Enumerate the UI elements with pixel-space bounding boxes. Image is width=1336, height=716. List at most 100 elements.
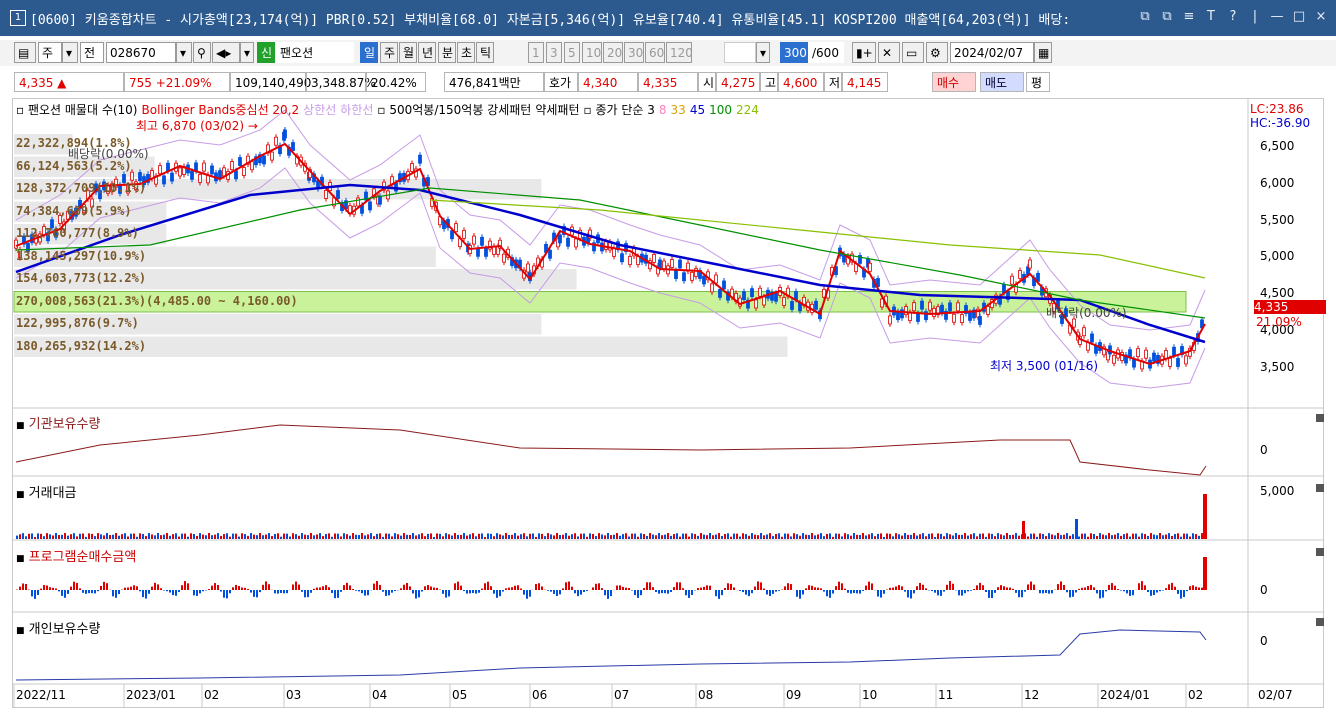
legend-item[interactable]: Bollinger Bands중심선 20,2: [142, 103, 300, 117]
candle-body: [194, 162, 198, 172]
trade-amount-bar: [499, 534, 501, 539]
program-bar: [688, 590, 690, 598]
panel-tick-trade-amount: 5,000: [1260, 484, 1295, 498]
trade-amount-bar: [859, 534, 861, 539]
candle-body: [526, 263, 530, 273]
date-tick: 02: [1188, 688, 1204, 702]
trade-amount-bar: [1183, 533, 1185, 539]
program-bar: [1024, 590, 1026, 592]
legend-item[interactable]: 45: [690, 103, 705, 117]
program-bar: [1039, 590, 1041, 594]
date-tick: 07: [614, 688, 630, 702]
program-bar: [1114, 585, 1116, 590]
trade-amount-bar: [844, 533, 846, 539]
trade-amount-bar: [343, 533, 345, 539]
trade-amount-bar: [652, 534, 654, 539]
trade-amount-bar: [310, 533, 312, 539]
trade-amount-bar: [457, 534, 459, 539]
program-bar: [1198, 587, 1200, 590]
trade-amount-bar: [694, 534, 696, 539]
program-bar: [1162, 590, 1164, 591]
candle-body: [888, 315, 892, 325]
trade-amount-bar: [985, 536, 987, 539]
trade-amount-bar: [1147, 535, 1149, 539]
trade-amount-bar: [802, 533, 804, 539]
candle-body: [250, 161, 254, 171]
trade-amount-bar: [346, 534, 348, 539]
price-tick: 5,500: [1260, 212, 1295, 227]
trade-amount-bar: [91, 533, 93, 539]
trade-amount-bar: [304, 534, 306, 539]
candle-body: [1018, 270, 1022, 279]
trade-amount-bar: [313, 535, 315, 539]
trade-amount-bar: [958, 534, 960, 539]
program-bar: [601, 588, 603, 590]
legend-item[interactable]: 상한선: [303, 103, 336, 117]
program-bar: [949, 581, 951, 590]
volume-profile-label: 180,265,932(14.2%): [16, 338, 147, 353]
program-bar: [58, 590, 60, 592]
program-bar: [1045, 590, 1047, 594]
program-bar: [568, 581, 570, 590]
candle-body: [138, 172, 142, 181]
trade-amount-bar: [1006, 533, 1008, 539]
program-bar: [538, 583, 540, 590]
program-bar: [448, 590, 450, 597]
legend-item[interactable]: 8: [659, 103, 667, 117]
program-bar: [376, 581, 378, 590]
legend-item[interactable]: ▫ 종가 단순 3: [584, 103, 655, 117]
close-icon[interactable]: [1316, 618, 1324, 626]
institution-line: [15, 424, 1207, 476]
legend-item[interactable]: 하한선: [340, 103, 373, 117]
trade-amount-bar: [1012, 534, 1014, 539]
individual-line: [15, 629, 1207, 681]
program-bar: [844, 588, 846, 590]
legend-item[interactable]: 224: [736, 103, 759, 117]
trade-amount-bar: [307, 535, 309, 539]
close-icon[interactable]: [1316, 414, 1324, 422]
trade-amount-bar: [61, 534, 63, 539]
trade-amount-bar: [133, 533, 135, 539]
panel-tick-individual: 0: [1260, 634, 1268, 648]
program-bar: [841, 583, 843, 590]
program-bar: [454, 583, 456, 590]
program-bar: [697, 587, 699, 590]
trade-amount-bar: [220, 535, 222, 539]
legend-item[interactable]: ▫ 500억봉/150억봉 강세패턴: [377, 103, 531, 117]
program-bar: [1138, 583, 1140, 590]
close-icon[interactable]: [1316, 548, 1324, 556]
trade-amount-bar: [1189, 536, 1191, 539]
legend-item[interactable]: 약세패턴: [535, 103, 579, 117]
trade-amount-bar: [1045, 536, 1047, 539]
trade-amount-bar: [895, 533, 897, 539]
legend-item[interactable]: 100: [709, 103, 732, 117]
program-bar: [1021, 590, 1023, 598]
program-bar: [76, 582, 78, 590]
program-bar: [82, 590, 84, 593]
trade-amount-bar: [337, 533, 339, 539]
candle-body: [920, 300, 924, 310]
program-bar: [64, 590, 66, 598]
trade-amount-bar: [667, 533, 669, 539]
program-bar: [163, 590, 165, 591]
legend-item[interactable]: 33: [671, 103, 686, 117]
program-bar: [91, 590, 93, 594]
trade-amount-bar: [49, 534, 51, 539]
trade-amount-bar: [751, 533, 753, 539]
program-bar: [238, 586, 240, 590]
candle-body: [238, 157, 242, 166]
price-tick: 6,000: [1260, 175, 1295, 190]
trade-amount-bar: [106, 533, 108, 539]
trade-amount-bar: [655, 535, 657, 539]
trade-amount-bar: [433, 536, 435, 539]
legend-item[interactable]: ▫ 팬오션 매물대 수(10): [16, 103, 138, 117]
candle-body: [790, 301, 794, 310]
program-bar: [265, 581, 267, 590]
program-bar: [1000, 585, 1002, 590]
program-bar: [703, 586, 705, 590]
trade-amount-bar: [403, 533, 405, 539]
trade-amount-bar: [43, 536, 45, 539]
close-icon[interactable]: [1316, 484, 1324, 492]
trade-amount-bar: [811, 533, 813, 539]
trade-amount-bar: [715, 534, 717, 539]
